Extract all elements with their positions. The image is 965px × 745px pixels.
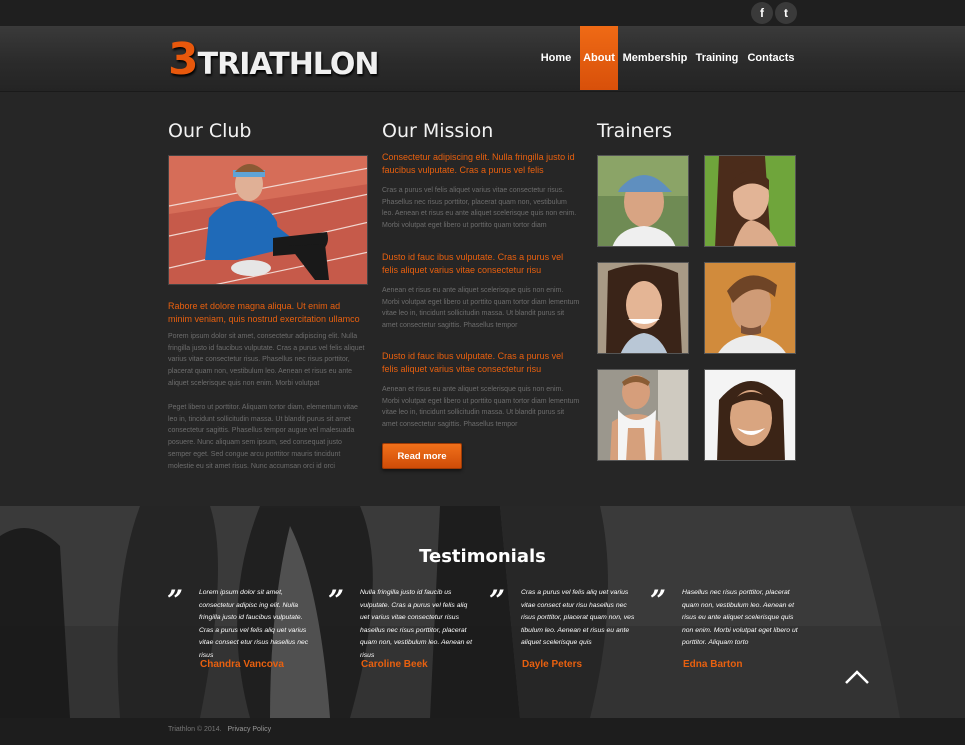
top-strip xyxy=(0,0,965,26)
club-highlight: Rabore et dolore magna aliqua. Ut enim a… xyxy=(168,301,360,324)
mission-head-3: Dusto id fauc ibus vulputate. Cras a pur… xyxy=(382,351,564,374)
trainer-photo[interactable] xyxy=(597,155,689,247)
site-footer: Triathlon © 2014. Privacy Policy xyxy=(0,718,965,745)
logo-number: 3 xyxy=(168,34,199,85)
club-paragraph-2: Peget libero ut porttitor. Aliquam torto… xyxy=(168,404,358,470)
quote-icon: ” xyxy=(489,584,506,617)
quote-icon: ” xyxy=(167,584,184,617)
testimonial-text: Lorem ipsum dolor sit amet, consectetur … xyxy=(199,589,309,659)
trainer-photo[interactable] xyxy=(704,262,796,354)
mission-body-3: Aenean et risus eu ante aliquet sceleris… xyxy=(382,386,580,429)
mission-head-1: Consectetur adipiscing elit. Nulla fring… xyxy=(382,152,575,175)
trainer-photo[interactable] xyxy=(597,369,689,461)
mission-head-2: Dusto id fauc ibus vulputate. Cras a pur… xyxy=(382,252,564,275)
site-header: 3 TRIATHLON Home About Membership Traini… xyxy=(0,26,965,92)
scroll-to-top-icon[interactable] xyxy=(844,669,870,690)
testimonial-text: Hasellus nec risus porttitor, placerat q… xyxy=(682,589,798,647)
nav-contacts[interactable]: Contacts xyxy=(746,26,796,90)
club-title: Our Club xyxy=(168,120,252,142)
trainer-photo[interactable] xyxy=(597,262,689,354)
testimonial-text: Nulla fringilla justo id faucib us vulpu… xyxy=(360,589,472,659)
nav-home[interactable]: Home xyxy=(534,26,578,90)
testimonials-title: Testimonials xyxy=(419,546,546,567)
club-paragraph-1: Porem ipsum dolor sit amet, consectetur … xyxy=(168,333,365,387)
facebook-icon[interactable]: f xyxy=(751,2,773,24)
trainer-photo[interactable] xyxy=(704,369,796,461)
logo-word: TRIATHLON xyxy=(197,47,380,82)
testimonial-author: Dayle Peters xyxy=(522,659,583,670)
footer-copyright: Triathlon © 2014. xyxy=(168,726,222,733)
quote-icon: ” xyxy=(650,584,667,617)
twitter-icon[interactable]: t xyxy=(775,2,797,24)
mission-title: Our Mission xyxy=(382,120,494,142)
testimonials-band xyxy=(0,506,965,718)
nav-about[interactable]: About xyxy=(580,26,618,90)
nav-training[interactable]: Training xyxy=(694,26,740,90)
testimonial-author: Chandra Vancova xyxy=(200,659,284,670)
testimonial-author: Edna Barton xyxy=(683,659,743,670)
club-photo xyxy=(168,155,368,285)
testimonial-author: Caroline Beek xyxy=(361,659,428,670)
testimonial-text: Cras a purus vel felis aliq uet varius v… xyxy=(521,589,635,647)
mission-body-1: Cras a purus vel felis aliquet varius vi… xyxy=(382,187,577,230)
trainer-photo[interactable] xyxy=(704,155,796,247)
footer-text: Triathlon © 2014. Privacy Policy xyxy=(168,726,271,733)
quote-icon: ” xyxy=(328,584,345,617)
read-more-button[interactable]: Read more xyxy=(382,443,462,469)
nav-membership[interactable]: Membership xyxy=(622,26,688,90)
privacy-policy-link[interactable]: Privacy Policy xyxy=(228,726,272,733)
trainers-title: Trainers xyxy=(597,120,672,142)
site-logo[interactable]: 3 TRIATHLON xyxy=(168,34,380,85)
mission-body-2: Aenean et risus eu ante aliquet sceleris… xyxy=(382,287,580,330)
